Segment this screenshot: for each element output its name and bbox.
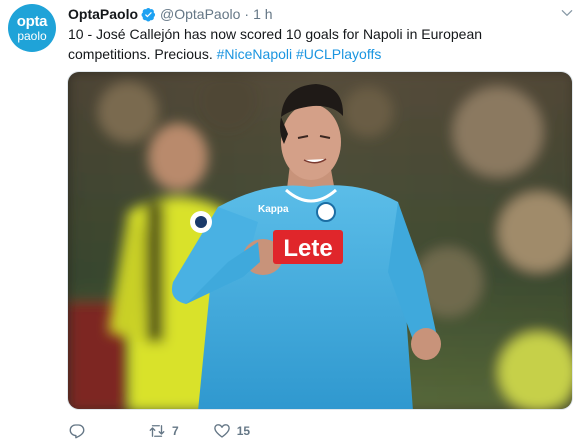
shirt-brand-text: Kappa xyxy=(258,204,289,215)
tweet-photo[interactable]: Lete Kappa xyxy=(67,71,573,410)
avatar-line1: opta xyxy=(16,13,48,30)
tweet-actions: 7 15 xyxy=(68,420,298,442)
retweet-icon xyxy=(149,425,165,437)
reply-icon xyxy=(69,424,85,439)
shirt-sponsor-text: Lete xyxy=(283,235,332,262)
avatar[interactable]: opta paolo xyxy=(8,4,56,52)
user-handle[interactable]: @OptaPaolo xyxy=(160,6,240,22)
like-count: 15 xyxy=(236,424,251,438)
hashtag-uclplayoffs[interactable]: #UCLPlayoffs xyxy=(296,46,381,62)
tweet: opta paolo OptaPaolo @OptaPaolo · 1 h 10… xyxy=(0,0,582,445)
chevron-down-icon[interactable] xyxy=(560,6,574,20)
display-name[interactable]: OptaPaolo xyxy=(68,6,138,22)
separator-dot: · xyxy=(244,6,250,22)
timestamp[interactable]: 1 h xyxy=(253,6,272,22)
retweet-button[interactable]: 7 xyxy=(148,422,179,440)
tweet-text: 10 - José Callejón has now scored 10 goa… xyxy=(68,24,558,64)
hashtag-nicenapoli[interactable]: #NiceNapoli xyxy=(217,46,292,62)
verified-badge-icon xyxy=(141,7,156,21)
tweet-header: OptaPaolo @OptaPaolo · 1 h xyxy=(68,4,273,24)
like-button[interactable]: 15 xyxy=(213,422,250,440)
reply-button[interactable] xyxy=(68,422,92,440)
heart-icon xyxy=(213,424,230,438)
retweet-count: 7 xyxy=(172,424,179,438)
avatar-line2: paolo xyxy=(17,29,47,43)
player-celebration-image: Lete Kappa xyxy=(68,72,572,409)
